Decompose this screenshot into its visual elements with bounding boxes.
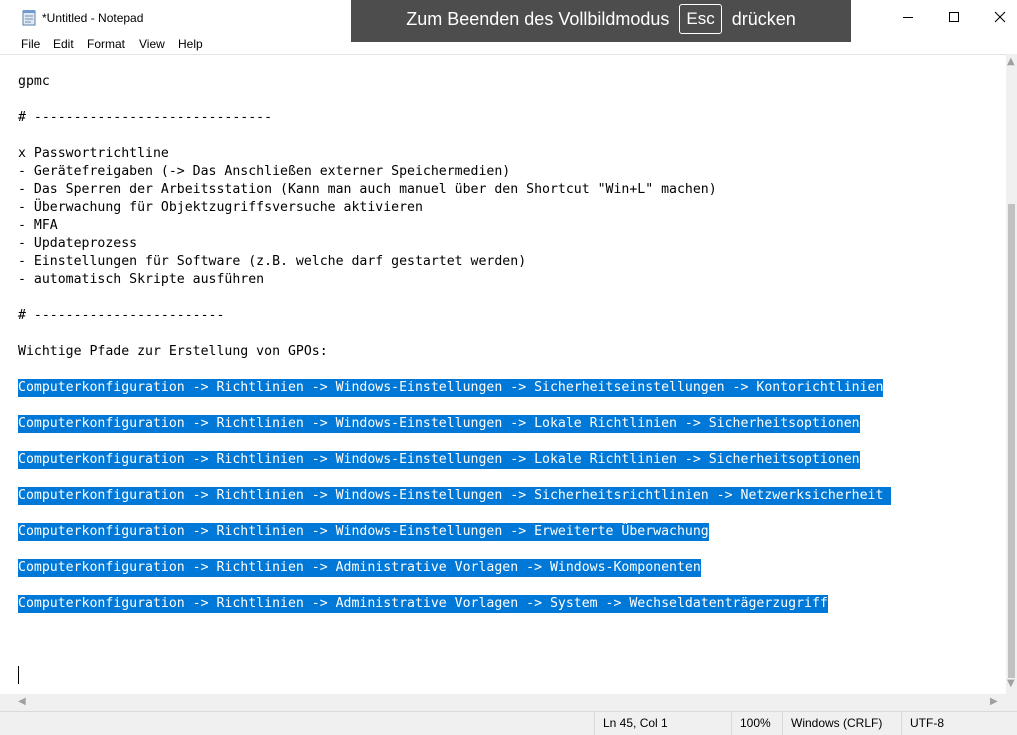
status-line-endings: Windows (CRLF) (782, 712, 901, 735)
text-line: gpmc (18, 74, 50, 89)
menu-view[interactable]: View (139, 37, 165, 51)
window-title: *Untitled - Notepad (42, 11, 144, 25)
maximize-button[interactable] (931, 0, 977, 34)
selected-text-line: Computerkonfiguration -> Richtlinien -> … (18, 415, 860, 433)
status-cursor-position: Ln 45, Col 1 (594, 712, 731, 735)
horizontal-scrollbar[interactable]: ◀ ▶ (0, 694, 1006, 711)
selected-text-line: Computerkonfiguration -> Richtlinien -> … (18, 451, 860, 469)
scrollbar-corner (1006, 694, 1017, 711)
selected-text-line: Computerkonfiguration -> Richtlinien -> … (18, 559, 701, 577)
minimize-button[interactable] (885, 0, 931, 34)
text-line: # ------------------------ (18, 308, 225, 323)
selected-text-line: Computerkonfiguration -> Richtlinien -> … (18, 523, 709, 541)
fullscreen-notice-prefix: Zum Beenden des Vollbildmodus (406, 8, 670, 29)
text-line: - MFA (18, 218, 58, 233)
menu-format[interactable]: Format (87, 37, 125, 51)
scroll-up-icon[interactable]: ▲ (1007, 56, 1015, 67)
text-line: - Updateprozess (18, 236, 138, 251)
text-line: Wichtige Pfade zur Erstellung von GPOs: (18, 344, 328, 359)
status-encoding: UTF-8 (901, 712, 1017, 735)
text-line: x Passwortrichtline (18, 146, 169, 161)
text-line: - Gerätefreigaben (-> Das Anschließen ex… (18, 164, 511, 179)
esc-key-badge: Esc (679, 4, 722, 34)
status-bar: Ln 45, Col 1 100% Windows (CRLF) UTF-8 (0, 711, 1017, 735)
menu-help[interactable]: Help (178, 37, 203, 51)
fullscreen-notice-suffix: drücken (731, 8, 796, 29)
maximize-icon (949, 12, 959, 22)
selected-text-line: Computerkonfiguration -> Richtlinien -> … (18, 379, 884, 397)
close-icon (994, 11, 1006, 23)
notepad-icon (22, 10, 36, 26)
status-zoom: 100% (731, 712, 782, 735)
menu-file[interactable]: File (21, 37, 40, 51)
scroll-right-icon[interactable]: ▶ (990, 696, 998, 707)
vertical-scrollbar-thumb[interactable] (1008, 204, 1015, 678)
menu-bar: File Edit Format View Help (0, 34, 1017, 54)
text-line: # ------------------------------ (18, 110, 273, 125)
text-line: - Das Sperren der Arbeitsstation (Kann m… (18, 182, 717, 197)
selected-text-line: Computerkonfiguration -> Richtlinien -> … (18, 487, 892, 505)
close-button[interactable] (977, 0, 1017, 34)
text-line: - Einstellungen für Software (z.B. welch… (18, 254, 527, 269)
scroll-left-icon[interactable]: ◀ (18, 696, 26, 707)
text-caret (18, 666, 19, 684)
vertical-scrollbar[interactable]: ▲ ▼ (1006, 54, 1017, 694)
scroll-down-icon[interactable]: ▼ (1007, 678, 1015, 689)
text-line: - Überwachung für Objektzugriffsversuche… (18, 200, 423, 215)
minimize-icon (903, 17, 913, 18)
menu-edit[interactable]: Edit (53, 37, 74, 51)
selected-text-line: Computerkonfiguration -> Richtlinien -> … (18, 595, 828, 613)
text-line: - automatisch Skripte ausführen (18, 272, 265, 287)
text-editor[interactable]: gpmc # ------------------------------ x … (0, 54, 1006, 695)
